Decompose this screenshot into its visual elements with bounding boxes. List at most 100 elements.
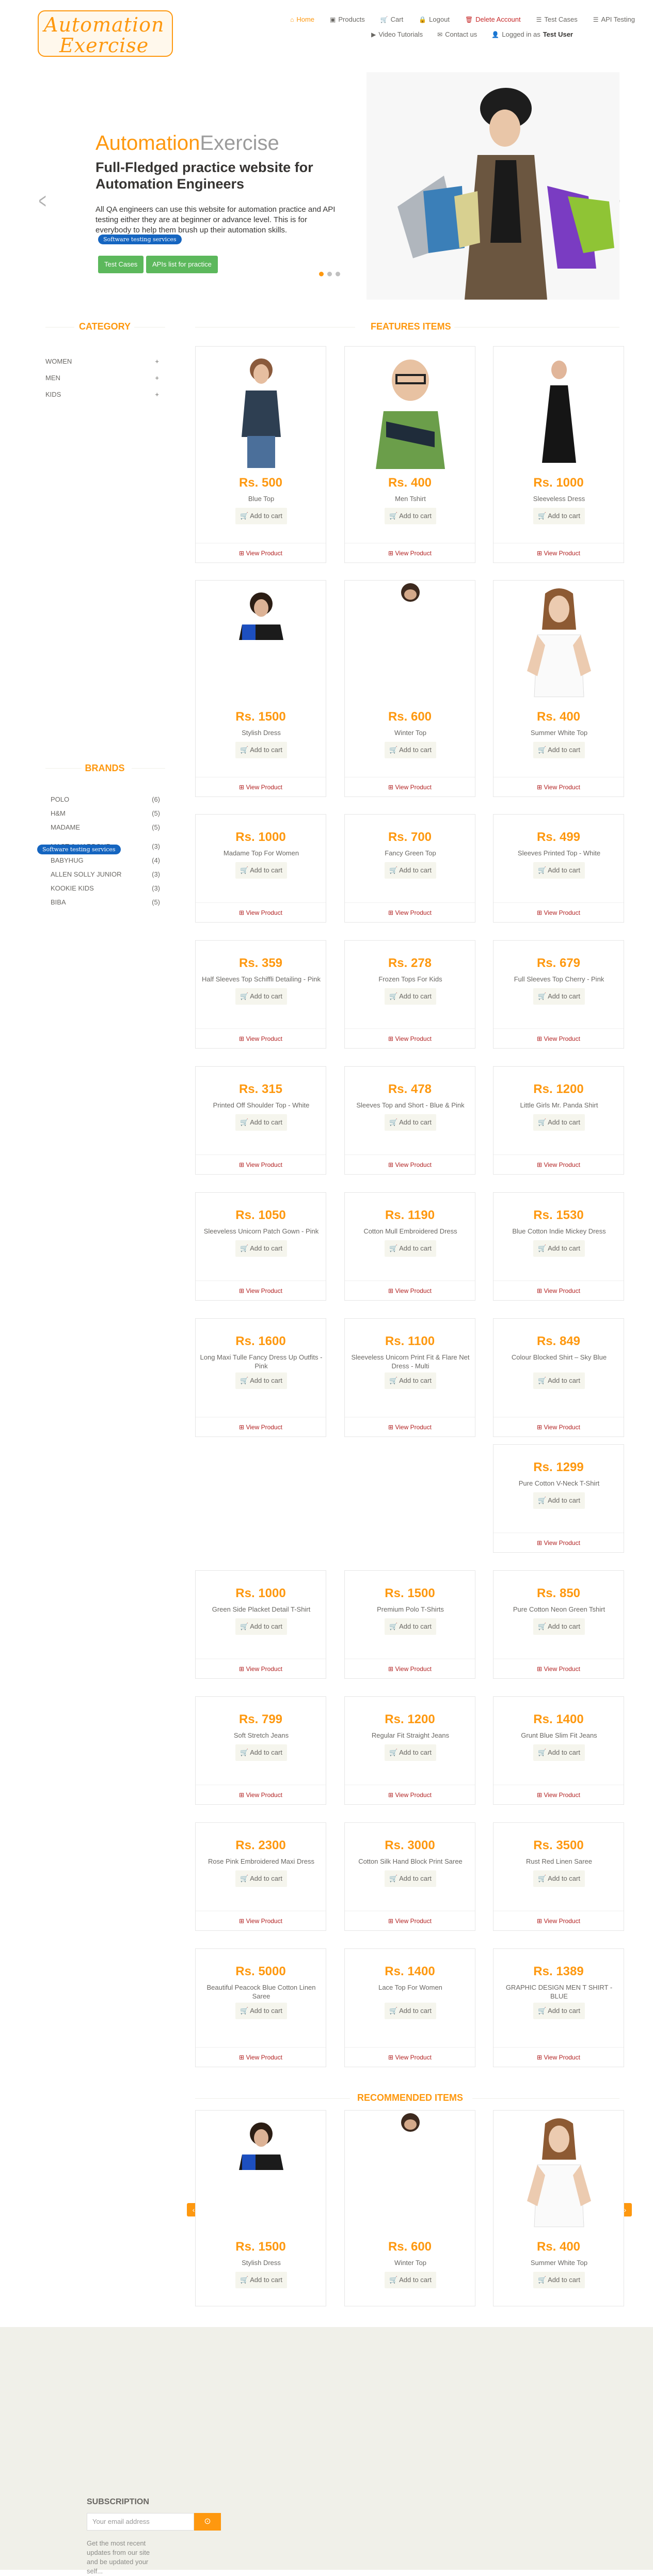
brand-allen-solly-junior[interactable]: ALLEN SOLLY JUNIOR (3) <box>51 870 160 878</box>
ad-badge-sidebar[interactable]: Software testing services <box>37 845 121 854</box>
add-to-cart-button[interactable]: 🛒 Add to cart <box>385 988 436 1005</box>
ad-badge[interactable]: Software testing services <box>98 235 182 244</box>
add-to-cart-button[interactable]: 🛒 Add to cart <box>533 1240 585 1257</box>
view-product-link[interactable]: ⊞ View Product <box>196 1665 326 1673</box>
add-to-cart-button[interactable]: 🛒 Add to cart <box>235 508 287 524</box>
add-to-cart-button[interactable]: 🛒 Add to cart <box>385 1114 436 1131</box>
view-product-link[interactable]: ⊞ View Product <box>493 1917 624 1925</box>
view-product-link[interactable]: ⊞ View Product <box>196 2054 326 2061</box>
add-to-cart-button[interactable]: 🛒 Add to cart <box>235 988 287 1005</box>
brand-polo[interactable]: POLO (6) <box>51 795 160 803</box>
view-product-link[interactable]: ⊞ View Product <box>345 1035 475 1042</box>
add-to-cart-button[interactable]: 🛒 Add to cart <box>533 988 585 1005</box>
view-product-link[interactable]: ⊞ View Product <box>345 1791 475 1799</box>
category-men[interactable]: MEN + <box>45 374 159 382</box>
product-price: Rs. 600 <box>388 710 432 724</box>
add-to-cart-button[interactable]: 🛒 Add to cart <box>385 1372 436 1389</box>
view-product-link[interactable]: ⊞ View Product <box>345 550 475 557</box>
add-to-cart-button[interactable]: 🛒 Add to cart <box>235 1744 287 1761</box>
view-product-link[interactable]: ⊞ View Product <box>493 1539 624 1547</box>
view-product-link[interactable]: ⊞ View Product <box>345 909 475 916</box>
add-to-cart-button[interactable]: 🛒 Add to cart <box>385 862 436 879</box>
add-to-cart-button[interactable]: 🛒 Add to cart <box>235 1240 287 1257</box>
add-to-cart-button[interactable]: 🛒 Add to cart <box>385 2003 436 2019</box>
add-to-cart-button[interactable]: 🛒 Add to cart <box>235 1114 287 1131</box>
add-to-cart-button[interactable]: 🛒 Add to cart <box>533 742 585 758</box>
add-to-cart-button[interactable]: 🛒 Add to cart <box>533 1492 585 1509</box>
view-product-link[interactable]: ⊞ View Product <box>493 550 624 557</box>
plus-icon[interactable]: + <box>155 391 159 398</box>
subscribe-email-input[interactable]: Your email address <box>87 2513 194 2531</box>
add-to-cart-button[interactable]: 🛒 Add to cart <box>235 1618 287 1635</box>
view-product-link[interactable]: ⊞ View Product <box>345 784 475 791</box>
view-product-link[interactable]: ⊞ View Product <box>345 1161 475 1168</box>
view-product-link[interactable]: ⊞ View Product <box>493 1161 624 1168</box>
add-to-cart-button[interactable]: 🛒 Add to cart <box>235 862 287 879</box>
add-to-cart-button[interactable]: 🛒 Add to cart <box>533 508 585 524</box>
view-product-link[interactable]: ⊞ View Product <box>493 1791 624 1799</box>
brands-title: BRANDS <box>85 763 125 773</box>
view-product-link[interactable]: ⊞ View Product <box>345 1424 475 1431</box>
add-to-cart-button[interactable]: 🛒 Add to cart <box>385 1744 436 1761</box>
add-to-cart-button[interactable]: 🛒 Add to cart <box>235 1372 287 1389</box>
view-product-link[interactable]: ⊞ View Product <box>196 550 326 557</box>
add-to-cart-button[interactable]: 🛒 Add to cart <box>235 1870 287 1887</box>
category-kids[interactable]: KIDS + <box>45 391 159 398</box>
view-product-link[interactable]: ⊞ View Product <box>493 1287 624 1294</box>
view-product-link[interactable]: ⊞ View Product <box>196 1424 326 1431</box>
add-to-cart-button[interactable]: 🛒 Add to cart <box>385 742 436 758</box>
brand-madame[interactable]: MADAME (5) <box>51 823 160 831</box>
add-to-cart-button[interactable]: 🛒 Add to cart <box>533 1618 585 1635</box>
add-to-cart-button[interactable]: 🛒 Add to cart <box>533 1114 585 1131</box>
add-to-cart-button[interactable]: 🛒 Add to cart <box>533 1870 585 1887</box>
add-to-cart-button[interactable]: 🛒 Add to cart <box>533 1744 585 1761</box>
view-product-link[interactable]: ⊞ View Product <box>196 1035 326 1042</box>
view-product-link[interactable]: ⊞ View Product <box>196 784 326 791</box>
view-product-link[interactable]: ⊞ View Product <box>196 1917 326 1925</box>
cart-icon: 🛒 <box>538 866 547 874</box>
indicator-1[interactable] <box>319 272 324 276</box>
view-product-link[interactable]: ⊞ View Product <box>493 2054 624 2061</box>
subscribe-button[interactable]: ⊙ <box>194 2513 221 2531</box>
view-product-link[interactable]: ⊞ View Product <box>493 909 624 916</box>
plus-icon[interactable]: + <box>155 357 159 365</box>
category-women[interactable]: WOMEN + <box>45 357 159 365</box>
add-to-cart-button[interactable]: 🛒 Add to cart <box>385 1618 436 1635</box>
add-label: Add to cart <box>548 992 580 1000</box>
brand-babyhug[interactable]: BABYHUG (4) <box>51 856 160 864</box>
add-to-cart-button[interactable]: 🛒 Add to cart <box>533 1372 585 1389</box>
add-to-cart-button[interactable]: 🛒 Add to cart <box>385 508 436 524</box>
view-product-link[interactable]: ⊞ View Product <box>345 1917 475 1925</box>
view-product-link[interactable]: ⊞ View Product <box>345 1287 475 1294</box>
view-product-link[interactable]: ⊞ View Product <box>493 1035 624 1042</box>
view-product-link[interactable]: ⊞ View Product <box>493 1424 624 1431</box>
apis-list-button[interactable]: APIs list for practice <box>146 256 218 273</box>
view-product-link[interactable]: ⊞ View Product <box>196 1161 326 1168</box>
card-separator <box>493 902 624 903</box>
product-image <box>376 349 445 469</box>
view-product-link[interactable]: ⊞ View Product <box>345 2054 475 2061</box>
cart-icon: 🛒 <box>389 2007 398 2015</box>
add-to-cart-button[interactable]: 🛒 Add to cart <box>533 2003 585 2019</box>
add-to-cart-button[interactable]: 🛒 Add to cart <box>235 742 287 758</box>
view-product-link[interactable]: ⊞ View Product <box>493 784 624 791</box>
indicator-3[interactable] <box>336 272 340 276</box>
brand-h-m[interactable]: H&M (5) <box>51 809 160 817</box>
add-to-cart-button[interactable]: 🛒 Add to cart <box>533 2272 585 2288</box>
add-to-cart-button[interactable]: 🛒 Add to cart <box>533 862 585 879</box>
view-product-link[interactable]: ⊞ View Product <box>345 1665 475 1673</box>
brand-kookie-kids[interactable]: KOOKIE KIDS (3) <box>51 884 160 892</box>
view-product-link[interactable]: ⊞ View Product <box>196 1287 326 1294</box>
test-cases-button[interactable]: Test Cases <box>98 256 144 273</box>
add-to-cart-button[interactable]: 🛒 Add to cart <box>235 2003 287 2019</box>
add-to-cart-button[interactable]: 🛒 Add to cart <box>385 1240 436 1257</box>
add-to-cart-button[interactable]: 🛒 Add to cart <box>235 2272 287 2288</box>
indicator-2[interactable] <box>327 272 332 276</box>
plus-icon[interactable]: + <box>155 374 159 382</box>
view-product-link[interactable]: ⊞ View Product <box>196 909 326 916</box>
view-product-link[interactable]: ⊞ View Product <box>493 1665 624 1673</box>
add-to-cart-button[interactable]: 🛒 Add to cart <box>385 2272 436 2288</box>
add-to-cart-button[interactable]: 🛒 Add to cart <box>385 1870 436 1887</box>
view-product-link[interactable]: ⊞ View Product <box>196 1791 326 1799</box>
brand-biba[interactable]: BIBA (5) <box>51 898 160 906</box>
